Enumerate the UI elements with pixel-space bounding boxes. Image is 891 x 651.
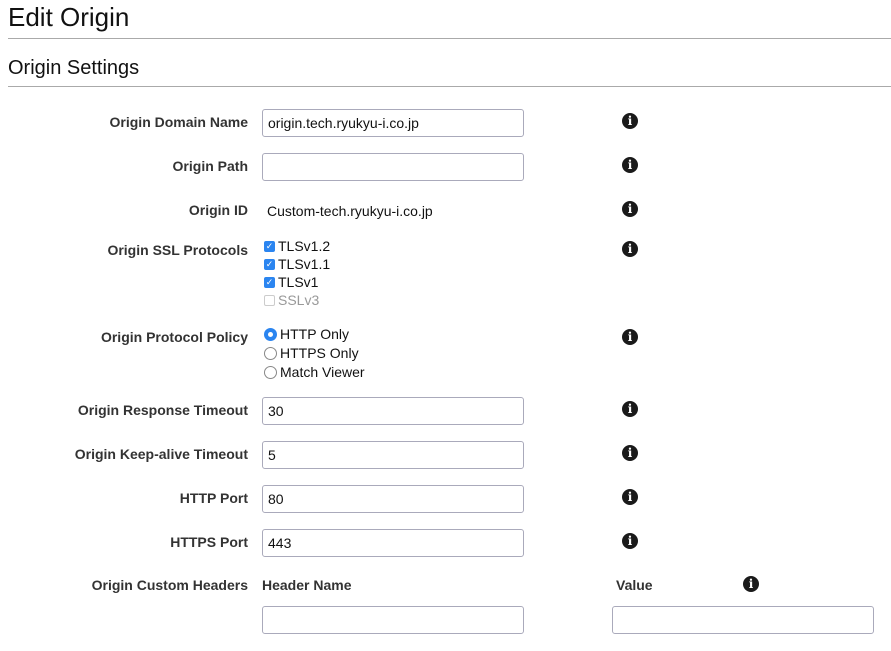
- title-divider: [8, 38, 891, 39]
- protocol-option-match-viewer[interactable]: Match Viewer: [264, 363, 365, 381]
- section-divider: [8, 86, 891, 87]
- ssl-option-tlsv1-2[interactable]: ✓ TLSv1.2: [264, 237, 330, 255]
- value-column-label: Value: [616, 577, 653, 593]
- ssl-option-label: SSLv3: [278, 292, 320, 308]
- radio-selected-icon[interactable]: [264, 327, 277, 341]
- origin-id-value: Custom-tech.ryukyu-i.co.jp: [267, 203, 433, 219]
- protocol-option-label: HTTP Only: [280, 326, 349, 342]
- origin-keepalive-timeout-label: Origin Keep-alive Timeout: [74, 446, 248, 462]
- radio-unselected-icon[interactable]: [264, 365, 277, 379]
- info-icon[interactable]: i: [743, 576, 759, 592]
- protocol-option-label: HTTPS Only: [280, 345, 359, 361]
- info-icon[interactable]: i: [622, 445, 638, 461]
- https-port-input[interactable]: [262, 529, 524, 557]
- origin-domain-name-input[interactable]: [262, 109, 524, 137]
- ssl-option-tlsv1-1[interactable]: ✓ TLSv1.1: [264, 255, 330, 273]
- ssl-option-label: TLSv1.2: [278, 238, 331, 254]
- checkbox-checked-icon[interactable]: ✓: [264, 276, 275, 288]
- info-icon[interactable]: i: [622, 329, 638, 345]
- https-port-label: HTTPS Port: [170, 534, 248, 550]
- checkbox-checked-icon[interactable]: ✓: [264, 240, 275, 252]
- protocol-option-http-only[interactable]: HTTP Only: [264, 325, 349, 343]
- origin-response-timeout-label: Origin Response Timeout: [77, 402, 248, 418]
- info-icon[interactable]: i: [622, 401, 638, 417]
- info-icon[interactable]: i: [622, 113, 638, 129]
- page-title: Edit Origin: [8, 2, 130, 32]
- info-icon[interactable]: i: [622, 201, 638, 217]
- info-icon[interactable]: i: [622, 241, 638, 257]
- info-icon[interactable]: i: [622, 533, 638, 549]
- origin-path-input[interactable]: [262, 153, 524, 181]
- http-port-label: HTTP Port: [179, 490, 248, 506]
- custom-header-name-input[interactable]: [262, 606, 524, 634]
- origin-response-timeout-input[interactable]: [262, 397, 524, 425]
- protocol-option-https-only[interactable]: HTTPS Only: [264, 344, 359, 362]
- origin-protocol-policy-label: Origin Protocol Policy: [100, 329, 248, 345]
- ssl-option-tlsv1[interactable]: ✓ TLSv1: [264, 273, 318, 291]
- radio-unselected-icon[interactable]: [264, 346, 277, 360]
- ssl-option-sslv3: SSLv3: [264, 291, 319, 309]
- origin-custom-headers-label: Origin Custom Headers: [91, 577, 248, 593]
- origin-path-label: Origin Path: [172, 158, 248, 174]
- ssl-option-label: TLSv1.1: [278, 256, 331, 272]
- protocol-option-label: Match Viewer: [280, 364, 365, 380]
- header-name-column-label: Header Name: [262, 577, 352, 593]
- origin-domain-name-label: Origin Domain Name: [109, 114, 248, 130]
- info-icon[interactable]: i: [622, 157, 638, 173]
- origin-ssl-protocols-label: Origin SSL Protocols: [107, 242, 248, 258]
- checkbox-checked-icon[interactable]: ✓: [264, 258, 275, 270]
- custom-header-value-input[interactable]: [612, 606, 874, 634]
- section-title: Origin Settings: [8, 57, 140, 79]
- origin-keepalive-timeout-input[interactable]: [262, 441, 524, 469]
- ssl-option-label: TLSv1: [278, 274, 319, 290]
- origin-id-label: Origin ID: [188, 202, 248, 218]
- info-icon[interactable]: i: [622, 489, 638, 505]
- http-port-input[interactable]: [262, 485, 524, 513]
- checkbox-unchecked-icon: [264, 294, 275, 306]
